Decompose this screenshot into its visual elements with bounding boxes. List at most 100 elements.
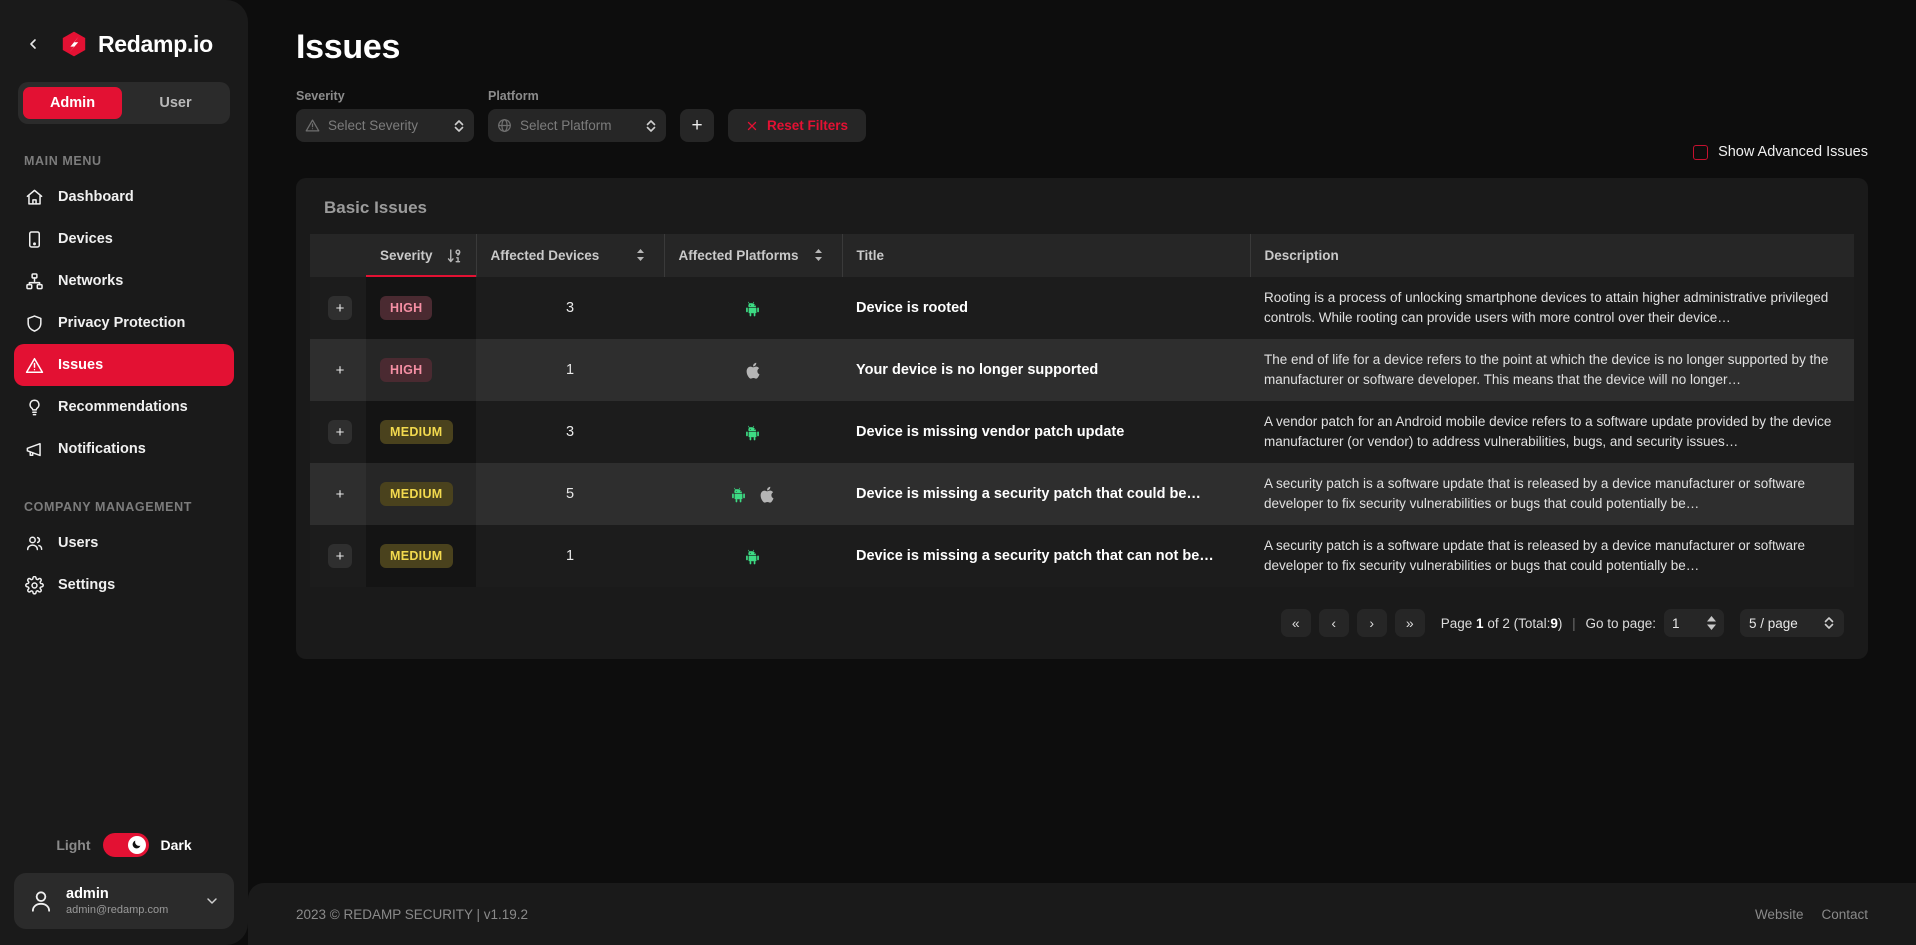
- column-severity[interactable]: Severity: [366, 234, 477, 277]
- expand-row-button[interactable]: +: [328, 482, 352, 506]
- status-badge: MEDIUM: [380, 420, 453, 444]
- user-info: admin admin@redamp.com: [66, 885, 192, 917]
- expand-row-button[interactable]: +: [328, 544, 352, 568]
- goto-page-value: 1: [1672, 615, 1680, 631]
- severity-sort-underline: [366, 274, 476, 277]
- sidebar-item-devices[interactable]: Devices: [14, 218, 234, 260]
- company-management-label: COMPANY MANAGEMENT: [24, 500, 192, 514]
- add-filter-button[interactable]: +: [680, 109, 714, 142]
- page-info: Page 1 of 2 (Total:9) | Go to page:: [1441, 616, 1656, 631]
- home-icon: [24, 187, 44, 207]
- sidebar-item-label: Devices: [58, 231, 113, 247]
- row-severity-cell: MEDIUM: [366, 463, 476, 525]
- reset-filters-label: Reset Filters: [767, 118, 849, 133]
- row-devices-cell: 3: [565, 300, 575, 316]
- sidebar-item-issues[interactable]: Issues: [14, 344, 234, 386]
- platform-select[interactable]: Select Platform: [488, 109, 666, 142]
- table-row[interactable]: + HIGH 1 Your device is no longer suppor…: [310, 339, 1854, 401]
- issues-table: Severity Affected Devices Affected Platf…: [310, 234, 1854, 587]
- row-severity-cell: MEDIUM: [366, 401, 476, 463]
- user-profile-card[interactable]: admin admin@redamp.com: [14, 872, 234, 929]
- chevron-updown-icon: [1823, 616, 1835, 630]
- sort-icon[interactable]: [813, 248, 828, 264]
- row-devices-cell: 1: [565, 362, 575, 378]
- first-page-button[interactable]: «: [1280, 609, 1311, 637]
- prev-page-button[interactable]: ‹: [1318, 609, 1349, 637]
- table-body: + HIGH 3 Device is rooted Rooting is a p…: [310, 277, 1854, 587]
- footer: 2023 © REDAMP SECURITY | v1.19.2 Website…: [248, 883, 1916, 945]
- sidebar-item-dashboard[interactable]: Dashboard: [14, 176, 234, 218]
- expand-row-button[interactable]: +: [328, 420, 352, 444]
- role-admin-button[interactable]: Admin: [23, 87, 122, 119]
- warning-triangle-icon: [24, 355, 44, 375]
- footer-link-website[interactable]: Website: [1755, 907, 1804, 922]
- sidebar-item-label: Privacy Protection: [58, 315, 186, 331]
- table-row[interactable]: + HIGH 3 Device is rooted Rooting is a p…: [310, 277, 1854, 339]
- goto-page-input[interactable]: 1: [1664, 609, 1724, 637]
- status-badge: HIGH: [380, 358, 433, 382]
- footer-copyright: 2023 © REDAMP SECURITY | v1.19.2: [296, 906, 529, 922]
- role-user-button[interactable]: User: [126, 87, 225, 119]
- brand-row: Redamp.io: [0, 0, 248, 58]
- basic-issues-card: Basic Issues Severity Affected Devices A…: [296, 178, 1868, 659]
- row-platforms-cell: [664, 525, 842, 587]
- app-root: Redamp.io Admin User MAIN MENU Dashboard…: [0, 0, 1916, 945]
- redamp-logo-icon: [60, 30, 88, 58]
- show-advanced-issues-toggle[interactable]: Show Advanced Issues: [1693, 144, 1868, 160]
- stepper-icon[interactable]: [1707, 616, 1716, 630]
- goto-page-label: Go to page:: [1585, 615, 1656, 631]
- row-title-cell: Device is missing vendor patch update: [856, 424, 1125, 440]
- table-header-row: Severity Affected Devices Affected Platf…: [310, 234, 1854, 277]
- sidebar-item-settings[interactable]: Settings: [14, 564, 234, 606]
- chevron-left-icon[interactable]: [24, 35, 42, 53]
- row-devices-cell: 3: [565, 424, 575, 440]
- table-row[interactable]: + MEDIUM 1 Device is missing a security …: [310, 525, 1854, 587]
- filter-bar: Severity Select Severity Platform Select…: [248, 67, 1916, 160]
- pagination-divider: |: [1572, 615, 1576, 631]
- column-affected-devices[interactable]: Affected Devices: [476, 234, 665, 277]
- sidebar-item-networks[interactable]: Networks: [14, 260, 234, 302]
- theme-toggle[interactable]: [102, 832, 149, 857]
- page-of: of 2: [1487, 615, 1510, 631]
- status-badge: MEDIUM: [380, 544, 453, 568]
- chevron-down-icon[interactable]: [204, 893, 220, 909]
- shield-icon: [24, 313, 44, 333]
- row-severity-cell: MEDIUM: [366, 525, 476, 587]
- user-name: admin: [66, 885, 109, 902]
- table-row[interactable]: + MEDIUM 5 Device is missing a security …: [310, 463, 1854, 525]
- sort-icon[interactable]: [635, 248, 650, 264]
- sidebar-item-notifications[interactable]: Notifications: [14, 428, 234, 470]
- expand-row-button[interactable]: +: [328, 358, 352, 382]
- show-advanced-issues-label: Show Advanced Issues: [1718, 144, 1868, 160]
- row-description-cell: A vendor patch for an Android mobile dev…: [1264, 414, 1832, 449]
- severity-filter-label: Severity: [296, 89, 345, 103]
- sidebar-item-users[interactable]: Users: [14, 522, 234, 564]
- sidebar-item-privacy-protection[interactable]: Privacy Protection: [14, 302, 234, 344]
- gear-icon: [24, 575, 44, 595]
- last-page-button[interactable]: »: [1394, 609, 1425, 637]
- android-icon: [745, 300, 761, 317]
- theme-dark-label: Dark: [160, 836, 192, 853]
- sort-descending-icon[interactable]: [447, 248, 462, 264]
- table-row[interactable]: + MEDIUM 3 Device is missing vendor patc…: [310, 401, 1854, 463]
- column-expand: [310, 234, 366, 277]
- footer-link-contact[interactable]: Contact: [1821, 907, 1868, 922]
- main-content: Issues Severity Select Severity Platform: [248, 0, 1916, 945]
- table-header: Severity Affected Devices Affected Platf…: [310, 234, 1854, 277]
- card-title: Basic Issues: [324, 198, 428, 217]
- severity-select[interactable]: Select Severity: [296, 109, 474, 142]
- column-affected-platforms[interactable]: Affected Platforms: [664, 234, 843, 277]
- page-size-select[interactable]: 5 / page: [1740, 609, 1844, 637]
- row-platforms-cell: [664, 277, 842, 339]
- next-page-button[interactable]: ›: [1356, 609, 1387, 637]
- reset-filters-button[interactable]: Reset Filters: [728, 109, 867, 142]
- total-value: 9: [1550, 615, 1558, 631]
- theme-toggle-row: Light Dark: [0, 832, 248, 857]
- checkbox-icon[interactable]: [1693, 144, 1709, 160]
- expand-row-button[interactable]: +: [328, 296, 352, 320]
- moon-icon: [127, 835, 146, 854]
- sidebar-item-recommendations[interactable]: Recommendations: [14, 386, 234, 428]
- column-title: Title: [842, 234, 1251, 277]
- row-expand-cell: +: [310, 277, 366, 339]
- sidebar-item-label: Recommendations: [58, 399, 188, 415]
